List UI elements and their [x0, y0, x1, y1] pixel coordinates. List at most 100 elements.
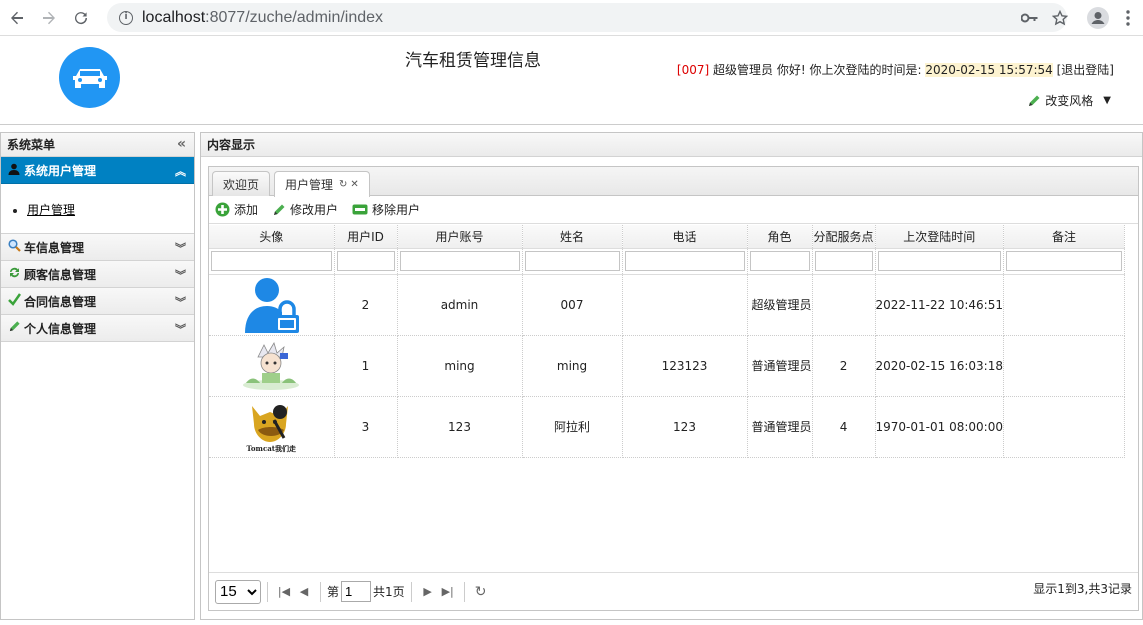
sidebar-section-contract-mgmt[interactable]: 合同信息管理 ︾	[1, 288, 194, 315]
column-header[interactable]: 用户ID	[334, 225, 398, 249]
table-row[interactable]: 2 admin 007 超级管理员 2022-11-22 10:46:51	[209, 274, 1125, 336]
back-arrow-icon[interactable]	[2, 3, 32, 33]
pencil-icon	[274, 204, 285, 215]
chevron-down-icon[interactable]: ︾	[175, 240, 186, 256]
edit-user-button[interactable]: 修改用户	[272, 201, 338, 218]
last-login-time: 2020-02-15 15:57:54	[925, 63, 1053, 77]
filter-input[interactable]	[749, 251, 810, 271]
chevron-down-icon[interactable]: ︾	[175, 294, 186, 310]
add-button[interactable]: 添加	[215, 201, 258, 218]
filter-input[interactable]	[877, 251, 1001, 271]
phone-cell	[622, 274, 748, 336]
sidebar-item-link[interactable]: 用户管理	[27, 203, 75, 217]
note-cell	[1003, 335, 1125, 397]
key-icon[interactable]	[1015, 3, 1045, 33]
pager-info: 显示1到3,共3记录	[1033, 582, 1132, 596]
role-cell: 超级管理员	[747, 274, 813, 336]
pencil-icon	[1029, 95, 1040, 106]
filter-input[interactable]	[211, 251, 332, 271]
avatar-cell	[209, 335, 335, 397]
check-icon	[7, 293, 21, 309]
filter-input[interactable]	[814, 251, 873, 271]
tab-close-icon[interactable]: ✕	[350, 179, 358, 190]
filter-input[interactable]	[1005, 251, 1122, 271]
pager-divider	[267, 581, 268, 602]
avatar-cell	[209, 274, 335, 336]
account-cell: 123	[397, 396, 523, 458]
filter-row	[209, 248, 1125, 275]
edit-user-label: 修改用户	[290, 203, 339, 217]
column-header[interactable]: 电话	[622, 225, 748, 249]
column-header[interactable]: 上次登陆时间	[875, 225, 1004, 249]
info-icon[interactable]: i	[119, 10, 133, 25]
profile-avatar-icon[interactable]	[1083, 3, 1113, 33]
table-row[interactable]: Tomcat我们走 3 123 阿拉利 123 普通管理员 4 1970-01-…	[209, 396, 1125, 458]
last-page-icon[interactable]: ▶|	[438, 585, 458, 598]
tab-refresh-icon[interactable]: ↻	[339, 179, 347, 190]
sidebar-title: 系统菜单	[7, 138, 56, 152]
collapse-left-icon[interactable]: «	[177, 136, 186, 152]
last-login-cell: 1970-01-01 08:00:00	[875, 396, 1004, 458]
reload-icon[interactable]	[66, 3, 96, 33]
user-status: [007] 超级管理员 你好! 你上次登陆的时间是: 2020-02-15 15…	[677, 61, 1114, 78]
grid-toolbar: 添加 修改用户 移除用户	[209, 196, 1138, 224]
last-login-cell: 2020-02-15 16:03:18	[875, 335, 1004, 397]
filter-input[interactable]	[336, 251, 395, 271]
filter-input[interactable]	[524, 251, 620, 271]
filter-input[interactable]	[399, 251, 520, 271]
user-icon	[7, 163, 21, 178]
sidebar-section-user-mgmt[interactable]: 系统用户管理 ︽	[1, 157, 194, 184]
user-id-cell: 1	[334, 335, 398, 397]
sidebar-section-label: 合同信息管理	[24, 294, 97, 309]
note-cell	[1003, 274, 1125, 336]
tab-label: 欢迎页	[223, 177, 260, 192]
page-prefix: 第	[327, 585, 340, 599]
sidebar-header: 系统菜单 «	[1, 133, 194, 157]
sidebar-item-user-mgmt[interactable]: 用户管理	[27, 201, 194, 218]
logout-link[interactable]: [退出登陆]	[1057, 63, 1114, 77]
chevron-down-icon[interactable]: ︾	[175, 321, 186, 337]
prev-page-icon[interactable]: ◀	[294, 585, 314, 598]
column-header[interactable]: 头像	[209, 225, 335, 249]
page-number-input[interactable]	[341, 581, 372, 602]
column-header[interactable]: 角色	[747, 225, 813, 249]
browser-toolbar: i localhost:8077/zuche/admin/index	[0, 0, 1143, 36]
next-page-icon[interactable]: ▶	[418, 585, 438, 598]
remove-user-button[interactable]: 移除用户	[352, 201, 420, 218]
sidebar-section-car-mgmt[interactable]: 车信息管理 ︾	[1, 234, 194, 261]
forward-arrow-icon[interactable]	[34, 3, 64, 33]
note-cell	[1003, 396, 1125, 458]
star-icon[interactable]	[1045, 3, 1075, 33]
pager-divider	[410, 581, 412, 602]
sidebar-section-customer-mgmt[interactable]: 顾客信息管理 ︾	[1, 261, 194, 288]
chevron-down-icon[interactable]: ︾	[175, 267, 186, 283]
first-page-icon[interactable]: |◀	[274, 585, 294, 598]
theme-switcher[interactable]: 改变风格 ▼	[1027, 92, 1111, 109]
column-header[interactable]: 姓名	[522, 225, 623, 249]
tab-bar: 欢迎页 用户管理 ↻ ✕	[209, 167, 1138, 197]
pager-divider	[320, 581, 321, 602]
tomcat-avatar: Tomcat我们走	[209, 397, 333, 457]
page-size-select[interactable]: 15	[215, 579, 261, 604]
name-cell: ming	[522, 335, 623, 397]
column-header[interactable]: 备注	[1003, 225, 1125, 249]
menu-dots-icon[interactable]	[1113, 3, 1143, 33]
user-id-cell: 3	[334, 396, 398, 458]
minus-icon	[352, 204, 368, 215]
chevron-up-icon[interactable]: ︽	[175, 163, 186, 179]
sidebar-section-label: 车信息管理	[24, 240, 85, 255]
sidebar-section-label: 个人信息管理	[24, 321, 97, 336]
address-bar[interactable]: i localhost:8077/zuche/admin/index	[107, 3, 1067, 32]
tab-welcome[interactable]: 欢迎页	[212, 171, 271, 196]
column-header[interactable]: 用户账号	[397, 225, 523, 249]
column-header[interactable]: 分配服务点	[812, 225, 876, 249]
tab-label: 用户管理	[285, 178, 334, 192]
refresh-icon[interactable]: ↻	[471, 584, 491, 600]
pager-divider	[463, 581, 465, 602]
table-row[interactable]: 1 ming ming 123123 普通管理员 2 2020-02-15 16…	[209, 335, 1125, 397]
filter-input[interactable]	[624, 251, 745, 271]
sidebar-section-personal-mgmt[interactable]: 个人信息管理 ︾	[1, 315, 194, 342]
remove-user-label: 移除用户	[372, 203, 421, 217]
user-id-cell: 2	[334, 274, 398, 336]
tab-user-mgmt[interactable]: 用户管理 ↻ ✕	[274, 171, 370, 197]
